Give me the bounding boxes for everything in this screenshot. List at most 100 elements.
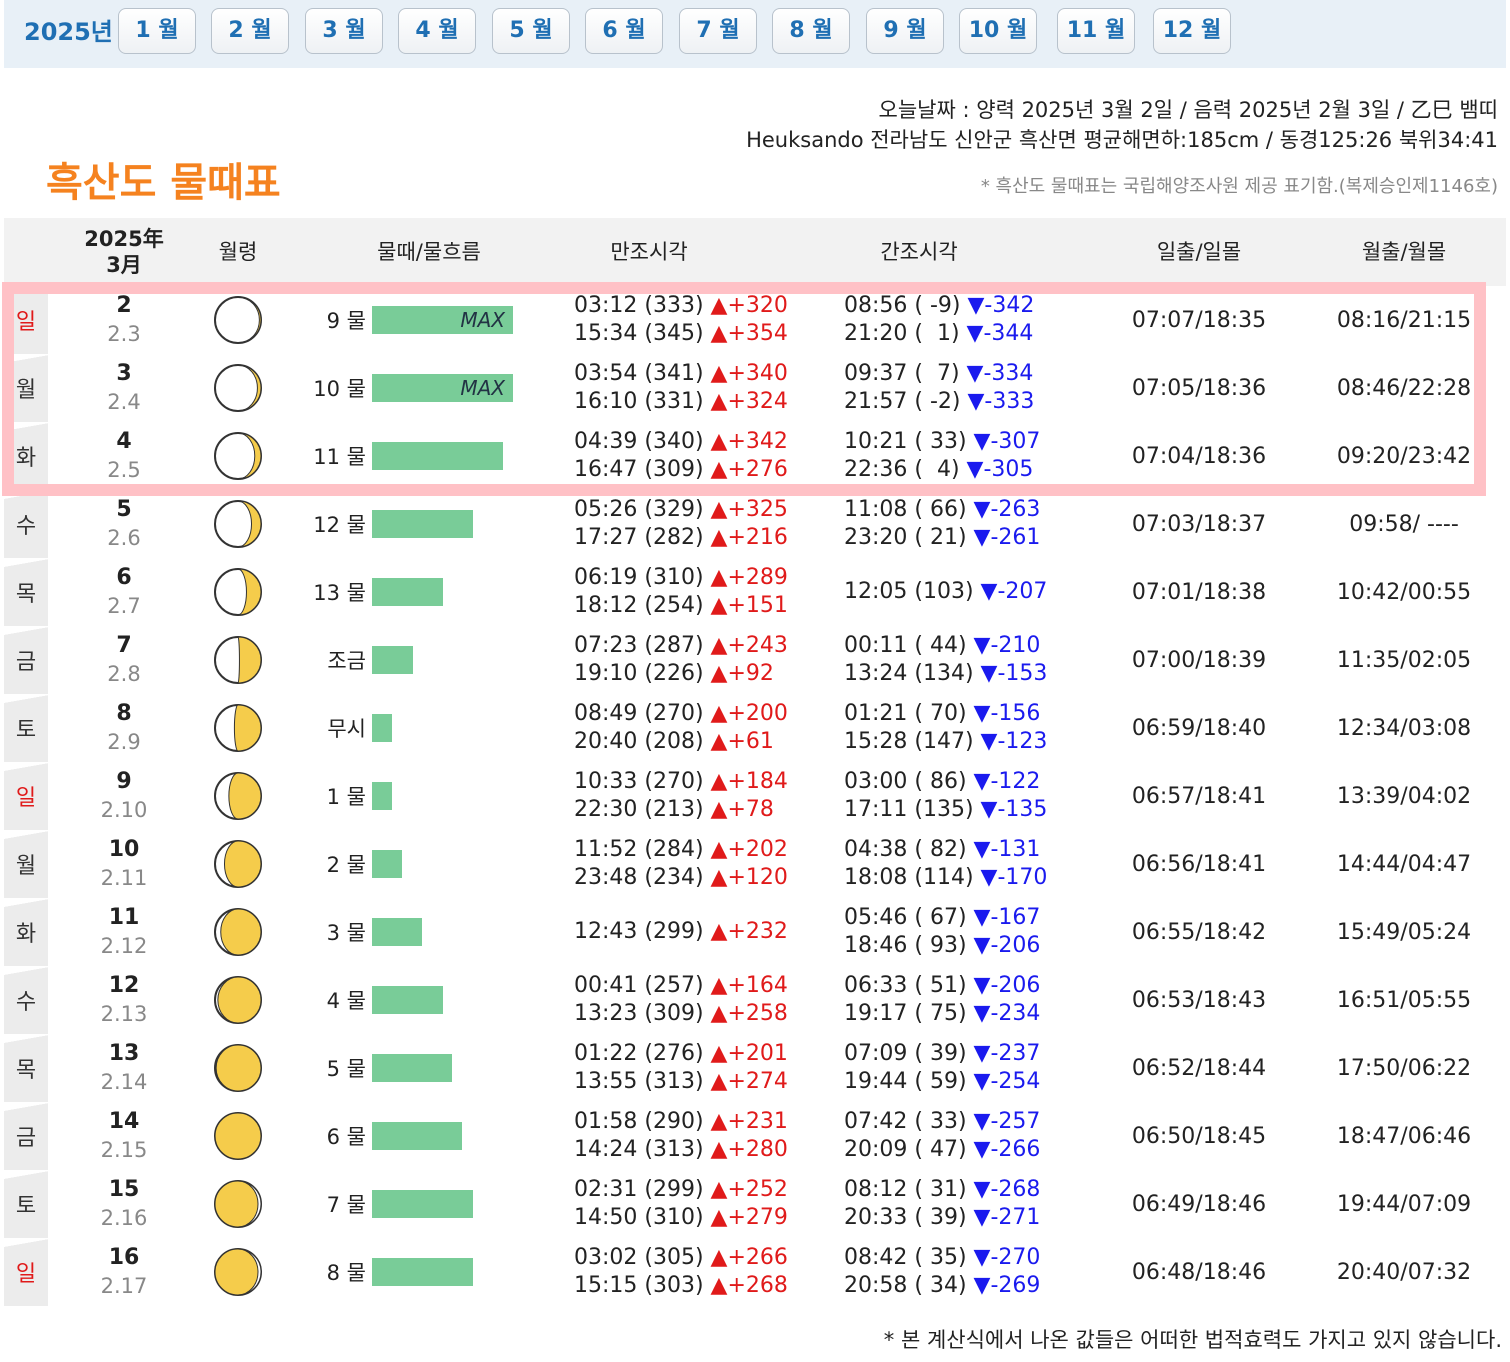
moonrise-moonset: 10:42/00:55 (1336, 579, 1472, 605)
low-tide-line: 13:24 (134) ▼-153 (844, 660, 1047, 688)
high-tide-time: 12:43 (299) (574, 919, 711, 944)
tide-rise: ▲+164 (710, 973, 788, 998)
solar-day: 2 (116, 293, 132, 318)
tide-fall: ▼-254 (973, 1069, 1041, 1094)
header-moon-age: 월령 (218, 240, 258, 264)
solar-day: 12 (108, 973, 140, 998)
tide-table: 2025年 3月 월령 물때/물흐름 만조시각 간조시각 일출/일몰 월출/월몰… (4, 218, 1506, 1306)
high-tide-time: 07:23 (287) (574, 633, 711, 658)
month-tab-3[interactable]: 3 월 (305, 8, 383, 54)
month-tab-5[interactable]: 5 월 (492, 8, 570, 54)
tide-name: 10 물 (313, 377, 366, 401)
tide-fall: ▼-268 (973, 1177, 1041, 1202)
flow-bar-cell (372, 558, 522, 626)
table-row: 토 15 2.16 7 물 02:31 (299) ▲+252 14:50 (310) ▲… (4, 1170, 1506, 1238)
low-tide-line: 05:46 ( 67) ▼-167 (844, 904, 1040, 932)
low-tide-line: 06:33 ( 51) ▼-206 (844, 972, 1040, 1000)
moon-phase-icon (214, 772, 262, 820)
high-tide-line: 03:02 (305) ▲+266 (574, 1244, 788, 1272)
header-month: 3月 (106, 253, 142, 277)
low-tide-line: 10:21 ( 33) ▼-307 (844, 428, 1040, 456)
high-tide-line: 18:12 (254) ▲+151 (574, 592, 788, 620)
tide-fall: ▼-271 (973, 1205, 1041, 1230)
month-tab-2[interactable]: 2 월 (211, 8, 289, 54)
moon-age-cell (212, 286, 264, 354)
moon-phase-icon (214, 432, 262, 480)
month-tab-9[interactable]: 9 월 (866, 8, 944, 54)
high-tide-time: 05:26 (329) (574, 497, 711, 522)
table-row: 일 16 2.17 8 물 03:02 (305) ▲+266 15:15 (303) ▲… (4, 1238, 1506, 1306)
low-tide-line: 20:33 ( 39) ▼-271 (844, 1204, 1040, 1232)
tide-rise: ▲+78 (710, 797, 774, 822)
high-tide-time: 03:12 (333) (574, 293, 711, 318)
high-tide-line: 10:33 (270) ▲+184 (574, 768, 788, 796)
low-tide-time: 01:21 ( 70) (844, 701, 974, 726)
day-of-week: 일 (4, 286, 48, 354)
lunar-date: 2.10 (100, 798, 148, 822)
flow-bar (372, 918, 422, 946)
moon-phase-icon (214, 908, 262, 956)
sunrise-sunset: 06:59/18:40 (1131, 715, 1267, 741)
month-tab-12[interactable]: 12 월 (1153, 8, 1231, 54)
month-tab-6[interactable]: 6 월 (585, 8, 663, 54)
moon-age-cell (212, 558, 264, 626)
moon-phase-icon (214, 1044, 262, 1092)
sunrise-sunset: 07:00/18:39 (1131, 647, 1267, 673)
tide-name: 9 물 (326, 309, 366, 333)
tide-fall: ▼-270 (973, 1245, 1041, 1270)
month-tab-4[interactable]: 4 월 (398, 8, 476, 54)
lunar-date: 2.17 (100, 1274, 148, 1298)
table-row: 월 10 2.11 2 물 11:52 (284) ▲+202 23:48 (234) ▲… (4, 830, 1506, 898)
month-tab-8[interactable]: 8 월 (772, 8, 850, 54)
tide-fall: ▼-263 (973, 497, 1041, 522)
moonrise-moonset: 16:51/05:55 (1336, 987, 1472, 1013)
year-label: 2025년 (24, 18, 113, 46)
high-tide-times: 00:41 (257) ▲+164 13:23 (309) ▲+258 (574, 966, 824, 1034)
sunrise-sunset: 06:49/18:46 (1131, 1191, 1267, 1217)
tide-name: 1 물 (326, 785, 366, 809)
month-tab-7[interactable]: 7 월 (679, 8, 757, 54)
table-row: 금 14 2.15 6 물 01:58 (290) ▲+231 14:24 (313) ▲… (4, 1102, 1506, 1170)
tide-fall: ▼-153 (980, 661, 1048, 686)
tide-name: 5 물 (326, 1057, 366, 1081)
low-tide-time: 17:11 (135) (844, 797, 981, 822)
low-tide-time: 08:56 ( -9) (844, 293, 968, 318)
moon-age-cell (212, 626, 264, 694)
low-tide-time: 22:36 ( 4) (844, 457, 967, 482)
low-tide-times: 12:05 (103) ▼-207 (844, 558, 1094, 626)
tide-fall: ▼-334 (966, 361, 1034, 386)
lunar-date: 2.5 (107, 458, 141, 482)
flow-bar (372, 1190, 473, 1218)
tide-name: 3 물 (326, 921, 366, 945)
low-tide-line: 08:56 ( -9) ▼-342 (844, 292, 1034, 320)
sunrise-sunset: 07:05/18:36 (1131, 375, 1267, 401)
low-tide-time: 21:20 ( 1) (844, 321, 967, 346)
flow-bar (372, 1122, 462, 1150)
date-cell: 7 2.8 (74, 626, 174, 694)
high-tide-time: 01:58 (290) (574, 1109, 711, 1134)
solar-day: 10 (108, 837, 140, 862)
tide-fall: ▼-170 (980, 865, 1048, 890)
month-tab-11[interactable]: 11 월 (1057, 8, 1135, 54)
month-tab-10[interactable]: 10 월 (959, 8, 1037, 54)
low-tide-time: 23:20 ( 21) (844, 525, 974, 550)
tide-rise: ▲+274 (710, 1069, 788, 1094)
high-tide-time: 14:24 (313) (574, 1137, 711, 1162)
header-low-tide: 간조시각 (880, 240, 958, 264)
lunar-date: 2.15 (100, 1138, 148, 1162)
low-tide-times: 01:21 ( 70) ▼-156 15:28 (147) ▼-123 (844, 694, 1094, 762)
day-of-week: 월 (4, 354, 48, 422)
date-cell: 3 2.4 (74, 354, 174, 422)
tide-rise: ▲+320 (710, 293, 788, 318)
table-row: 일 9 2.10 1 물 10:33 (270) ▲+184 22:30 (213) ▲+… (4, 762, 1506, 830)
lunar-date: 2.7 (107, 594, 141, 618)
low-tide-line: 20:09 ( 47) ▼-266 (844, 1136, 1040, 1164)
date-cell: 11 2.12 (74, 898, 174, 966)
day-of-week: 수 (4, 490, 48, 558)
moonrise-moonset: 15:49/05:24 (1336, 919, 1472, 945)
month-tab-1[interactable]: 1 월 (118, 8, 196, 54)
low-tide-time: 03:00 ( 86) (844, 769, 974, 794)
solar-day: 15 (108, 1177, 140, 1202)
high-tide-time: 04:39 (340) (574, 429, 711, 454)
low-tide-times: 03:00 ( 86) ▼-122 17:11 (135) ▼-135 (844, 762, 1094, 830)
